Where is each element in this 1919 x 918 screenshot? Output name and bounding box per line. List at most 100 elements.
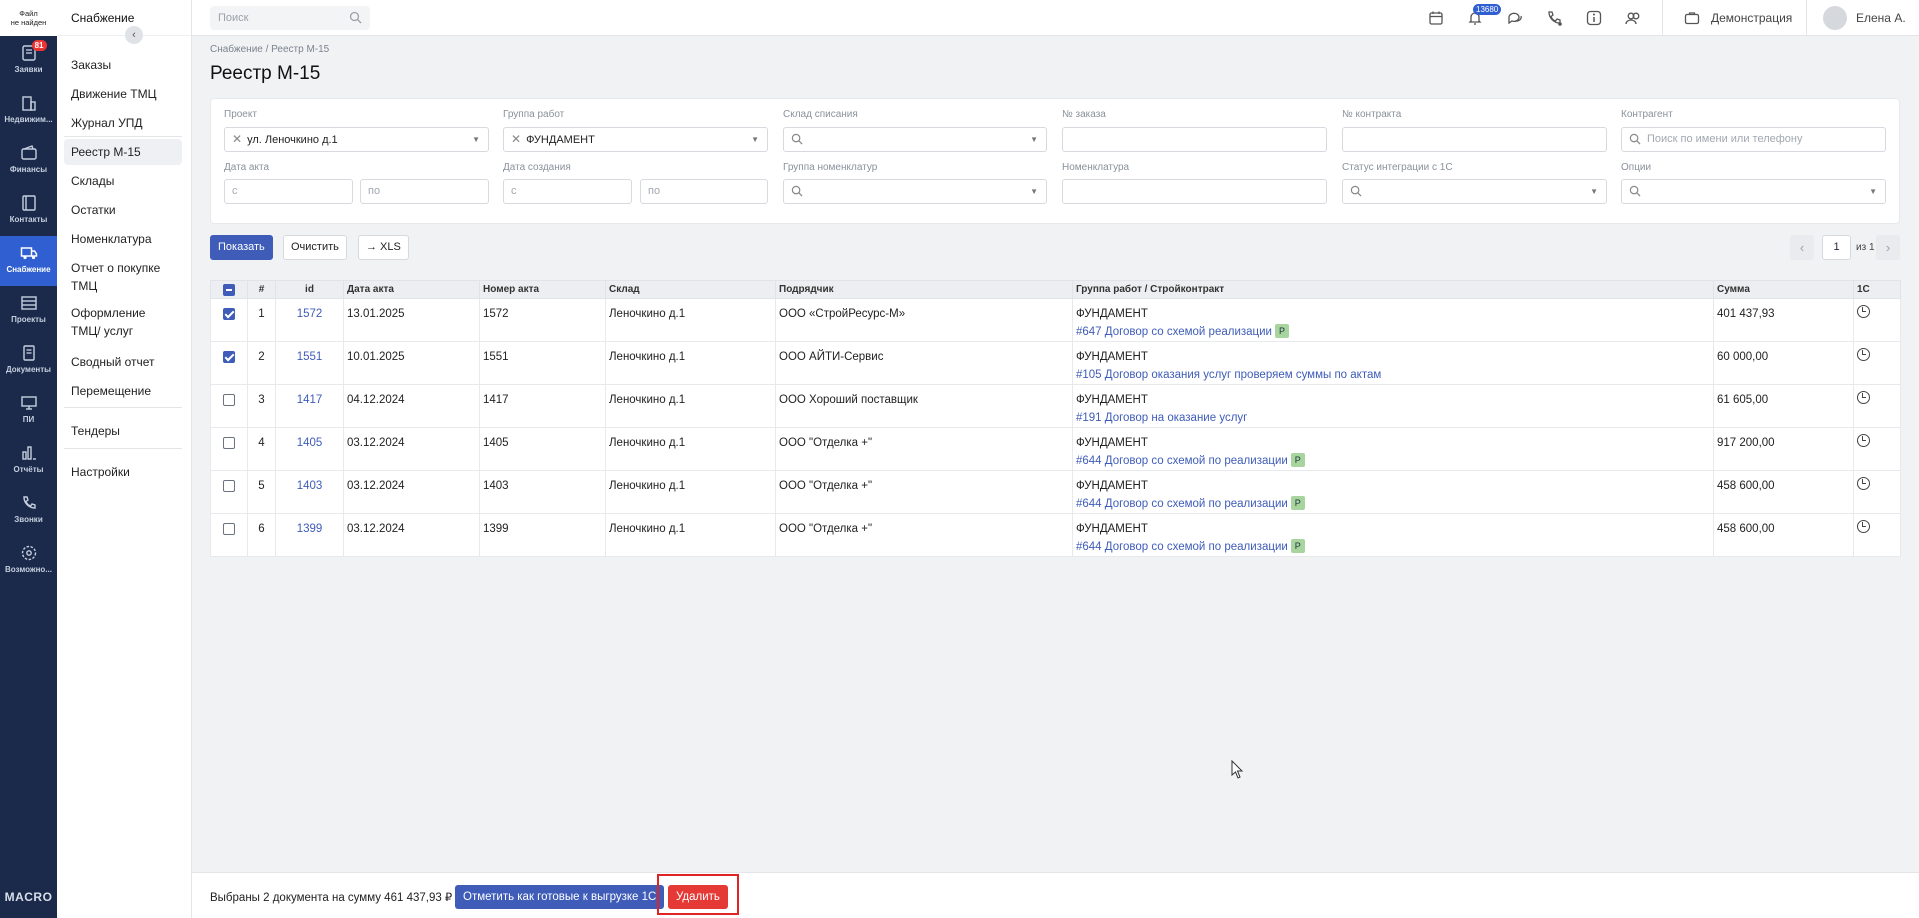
clear-icon[interactable]: ✕ bbox=[511, 132, 521, 146]
sidebar-item-8[interactable]: Оформление ТМЦ/ услуг bbox=[64, 300, 182, 344]
chat-icon[interactable] bbox=[1506, 9, 1524, 27]
sidebar-item-12[interactable]: Настройки bbox=[64, 459, 182, 485]
rail-item-0[interactable]: 81 Заявки bbox=[0, 36, 57, 86]
clock-icon[interactable] bbox=[1857, 348, 1870, 361]
table-row[interactable]: 4 1405 03.12.2024 1405 Леночкино д.1 ООО "Отд… bbox=[210, 427, 1901, 471]
row-select-cell[interactable] bbox=[210, 470, 248, 514]
table-row[interactable]: 3 1417 04.12.2024 1417 Леночкино д.1 ООО Хоро… bbox=[210, 384, 1901, 428]
select-all-checkbox[interactable] bbox=[223, 283, 235, 296]
options-select[interactable]: ▼ bbox=[1621, 179, 1886, 204]
act-date-from-input[interactable]: с bbox=[224, 179, 353, 204]
rail-item-7[interactable]: ПИ bbox=[0, 386, 57, 436]
work-group-select[interactable]: ✕ ФУНДАМЕНТ ▼ bbox=[503, 127, 768, 152]
row-checkbox[interactable] bbox=[223, 479, 235, 492]
table-row[interactable]: 5 1403 03.12.2024 1403 Леночкино д.1 ООО "Отд… bbox=[210, 470, 1901, 514]
clock-icon[interactable] bbox=[1857, 434, 1870, 447]
col-header-work-group[interactable]: Группа работ / Стройконтракт bbox=[1072, 280, 1714, 299]
clock-icon[interactable] bbox=[1857, 305, 1870, 318]
calendar-icon[interactable] bbox=[1427, 9, 1445, 27]
delete-button[interactable]: Удалить bbox=[668, 885, 728, 909]
rail-item-6[interactable]: Документы bbox=[0, 336, 57, 386]
show-button[interactable]: Показать bbox=[210, 235, 273, 260]
next-page-button[interactable]: › bbox=[1876, 235, 1900, 260]
clock-icon[interactable] bbox=[1857, 520, 1870, 533]
nomenclature-input[interactable] bbox=[1062, 179, 1327, 204]
clock-icon[interactable] bbox=[1857, 477, 1870, 490]
rail-item-3[interactable]: Контакты bbox=[0, 186, 57, 236]
select-all-cell[interactable] bbox=[210, 280, 248, 299]
row-select-cell[interactable] bbox=[210, 384, 248, 428]
act-date-to-input[interactable]: по bbox=[360, 179, 489, 204]
order-no-input[interactable] bbox=[1062, 127, 1327, 152]
demo-mode-label[interactable]: Демонстрация bbox=[1711, 11, 1792, 25]
phone-call-icon[interactable] bbox=[1545, 9, 1563, 27]
col-header-1c[interactable]: 1С bbox=[1853, 280, 1901, 299]
col-header-sum[interactable]: Сумма bbox=[1713, 280, 1854, 299]
rail-item-9[interactable]: Звонки bbox=[0, 486, 57, 536]
sidebar-item-7[interactable]: Отчет о покупке ТМЦ bbox=[64, 255, 182, 299]
row-select-cell[interactable] bbox=[210, 298, 248, 342]
contract-no-input[interactable] bbox=[1342, 127, 1607, 152]
counterparty-search-input[interactable]: Поиск по имени или телефону bbox=[1621, 127, 1886, 152]
row-id-link[interactable]: 1405 bbox=[297, 437, 323, 449]
row-checkbox[interactable] bbox=[223, 350, 235, 363]
table-row[interactable]: 6 1399 03.12.2024 1399 Леночкино д.1 ООО "Отд… bbox=[210, 513, 1901, 557]
col-header-act-number[interactable]: Номер акта bbox=[479, 280, 606, 299]
rail-item-2[interactable]: Финансы bbox=[0, 136, 57, 186]
sidebar-item-2[interactable]: Журнал УПД bbox=[64, 110, 182, 136]
collapse-sidebar-button[interactable]: ‹ bbox=[125, 26, 143, 44]
row-checkbox[interactable] bbox=[223, 393, 235, 406]
sidebar-item-10[interactable]: Перемещение bbox=[64, 378, 182, 404]
row-select-cell[interactable] bbox=[210, 341, 248, 385]
row-contract-link[interactable]: #644 Договор со схемой по реализации bbox=[1076, 455, 1288, 467]
writeoff-warehouse-select[interactable]: ▼ bbox=[783, 127, 1047, 152]
sidebar-item-11[interactable]: Тендеры bbox=[64, 418, 182, 444]
created-date-to-input[interactable]: по bbox=[640, 179, 768, 204]
global-search-input[interactable]: Поиск bbox=[210, 6, 370, 30]
user-name[interactable]: Елена А. bbox=[1856, 11, 1906, 25]
row-contract-link[interactable]: #105 Договор оказания услуг проверяем су… bbox=[1076, 369, 1381, 381]
row-id-link[interactable]: 1403 bbox=[297, 480, 323, 492]
export-xls-button[interactable]: → XLS bbox=[358, 235, 409, 260]
project-select[interactable]: ✕ ул. Леночкино д.1 ▼ bbox=[224, 127, 489, 152]
sidebar-item-1[interactable]: Движение ТМЦ bbox=[64, 81, 182, 107]
table-row[interactable]: 2 1551 10.01.2025 1551 Леночкино д.1 ООО АЙТИ… bbox=[210, 341, 1901, 385]
row-contract-link[interactable]: #191 Договор на оказание услуг bbox=[1076, 412, 1247, 424]
col-header-id[interactable]: id bbox=[275, 280, 344, 299]
row-id-link[interactable]: 1417 bbox=[297, 394, 323, 406]
col-header-warehouse[interactable]: Склад bbox=[605, 280, 776, 299]
prev-page-button[interactable]: ‹ bbox=[1790, 235, 1814, 260]
col-header-number[interactable]: # bbox=[247, 280, 276, 299]
rail-item-10[interactable]: Возможно... bbox=[0, 536, 57, 586]
rail-item-8[interactable]: Отчёты bbox=[0, 436, 57, 486]
rail-item-1[interactable]: Недвижим... bbox=[0, 86, 57, 136]
user-avatar[interactable] bbox=[1823, 6, 1847, 30]
col-header-act-date[interactable]: Дата акта bbox=[343, 280, 480, 299]
info-icon[interactable] bbox=[1585, 9, 1603, 27]
created-date-from-input[interactable]: с bbox=[503, 179, 632, 204]
row-select-cell[interactable] bbox=[210, 513, 248, 557]
sidebar-item-4[interactable]: Склады bbox=[64, 168, 182, 194]
row-id-link[interactable]: 1551 bbox=[297, 351, 323, 363]
sidebar-item-3[interactable]: Реестр М-15 bbox=[64, 139, 182, 165]
integration-status-select[interactable]: ▼ bbox=[1342, 179, 1607, 204]
row-id-link[interactable]: 1572 bbox=[297, 308, 323, 320]
row-checkbox[interactable] bbox=[223, 307, 235, 320]
table-row[interactable]: 1 1572 13.01.2025 1572 Леночкино д.1 ООО «Стр… bbox=[210, 298, 1901, 342]
row-id-link[interactable]: 1399 bbox=[297, 523, 323, 535]
page-number-input[interactable]: 1 bbox=[1822, 235, 1851, 260]
users-icon[interactable] bbox=[1624, 9, 1642, 27]
sidebar-item-6[interactable]: Номенклатура bbox=[64, 226, 182, 252]
row-contract-link[interactable]: #647 Договор со схемой реализации bbox=[1076, 326, 1272, 338]
clock-icon[interactable] bbox=[1857, 391, 1870, 404]
sidebar-item-5[interactable]: Остатки bbox=[64, 197, 182, 223]
sidebar-item-9[interactable]: Сводный отчет bbox=[64, 349, 182, 375]
clear-icon[interactable]: ✕ bbox=[232, 132, 242, 146]
row-checkbox[interactable] bbox=[223, 436, 235, 449]
nomenclature-group-select[interactable]: ▼ bbox=[783, 179, 1047, 204]
row-select-cell[interactable] bbox=[210, 427, 248, 471]
row-checkbox[interactable] bbox=[223, 522, 235, 535]
mark-ready-for-1c-button[interactable]: Отметить как готовые к выгрузке 1С bbox=[455, 885, 665, 909]
sidebar-item-0[interactable]: Заказы bbox=[64, 52, 182, 78]
clear-filters-button[interactable]: Очистить bbox=[283, 235, 347, 260]
